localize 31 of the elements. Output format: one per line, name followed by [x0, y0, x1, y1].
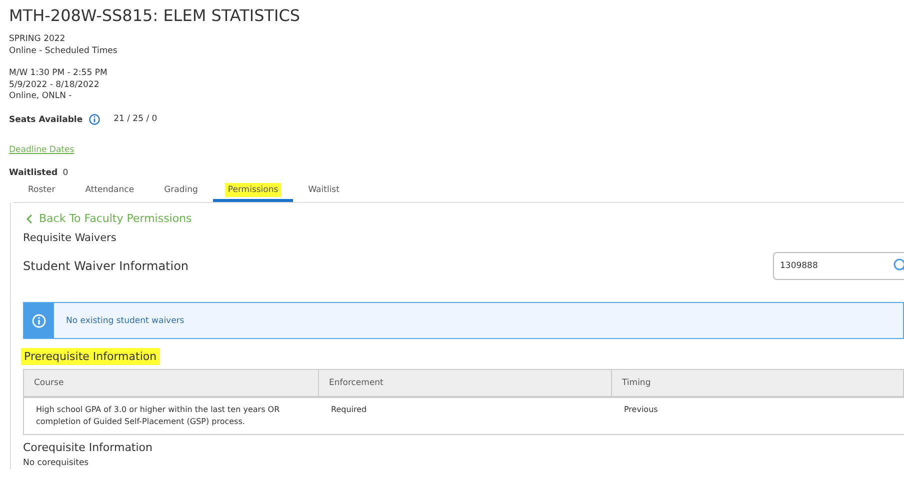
- seats-value: 21 / 25 / 0: [114, 114, 158, 126]
- column-header: Course: [24, 370, 319, 396]
- column-header: Enforcement: [319, 370, 612, 396]
- schedule-text: 5/9/2022 - 8/18/2022: [9, 80, 100, 91]
- schedule-text: Online, ONLN -: [9, 91, 73, 102]
- course-title: MTH-208W-SS815: ELEM STATISTICS: [9, 6, 302, 26]
- info-icon: [32, 314, 46, 328]
- chevron-left-icon: [26, 214, 33, 224]
- section-title: Requisite Waivers: [23, 231, 118, 245]
- tab[interactable]: Permissions: [212, 181, 294, 202]
- table-cell-text: High school GPA of 3.0 or higher within the last ten years OR completion of Guided Self-Placement (GSP) process.: [35, 404, 281, 428]
- tab[interactable]: Attendance: [70, 181, 150, 202]
- seats-label: Seats Available: [9, 114, 83, 126]
- info-icon[interactable]: [88, 114, 100, 125]
- waitlisted-count: 0: [62, 168, 68, 178]
- prerequisite-heading: Prerequisite Information: [21, 348, 160, 365]
- tab[interactable]: Waitlist: [293, 181, 354, 202]
- column-header: Timing: [612, 370, 904, 396]
- term-text: SPRING 2022: [9, 34, 66, 46]
- tab[interactable]: Grading: [149, 181, 213, 202]
- table-cell-text: Previous: [623, 404, 659, 416]
- search-field[interactable]: 1309888: [773, 252, 904, 280]
- corequisite-heading: Corequisite Information: [23, 441, 154, 455]
- waiver-heading: Student Waiver Information: [23, 259, 189, 273]
- info-message: No existing student waivers: [66, 316, 184, 326]
- corequisite-message: No corequisites: [23, 458, 90, 469]
- tab[interactable]: Roster: [13, 181, 70, 202]
- table-cell-text: Required: [330, 404, 368, 416]
- waitlisted-label: Waitlisted: [9, 168, 58, 178]
- schedule-text: M/W 1:30 PM - 2:55 PM: [9, 68, 108, 80]
- term-text: Online - Scheduled Times: [9, 46, 118, 57]
